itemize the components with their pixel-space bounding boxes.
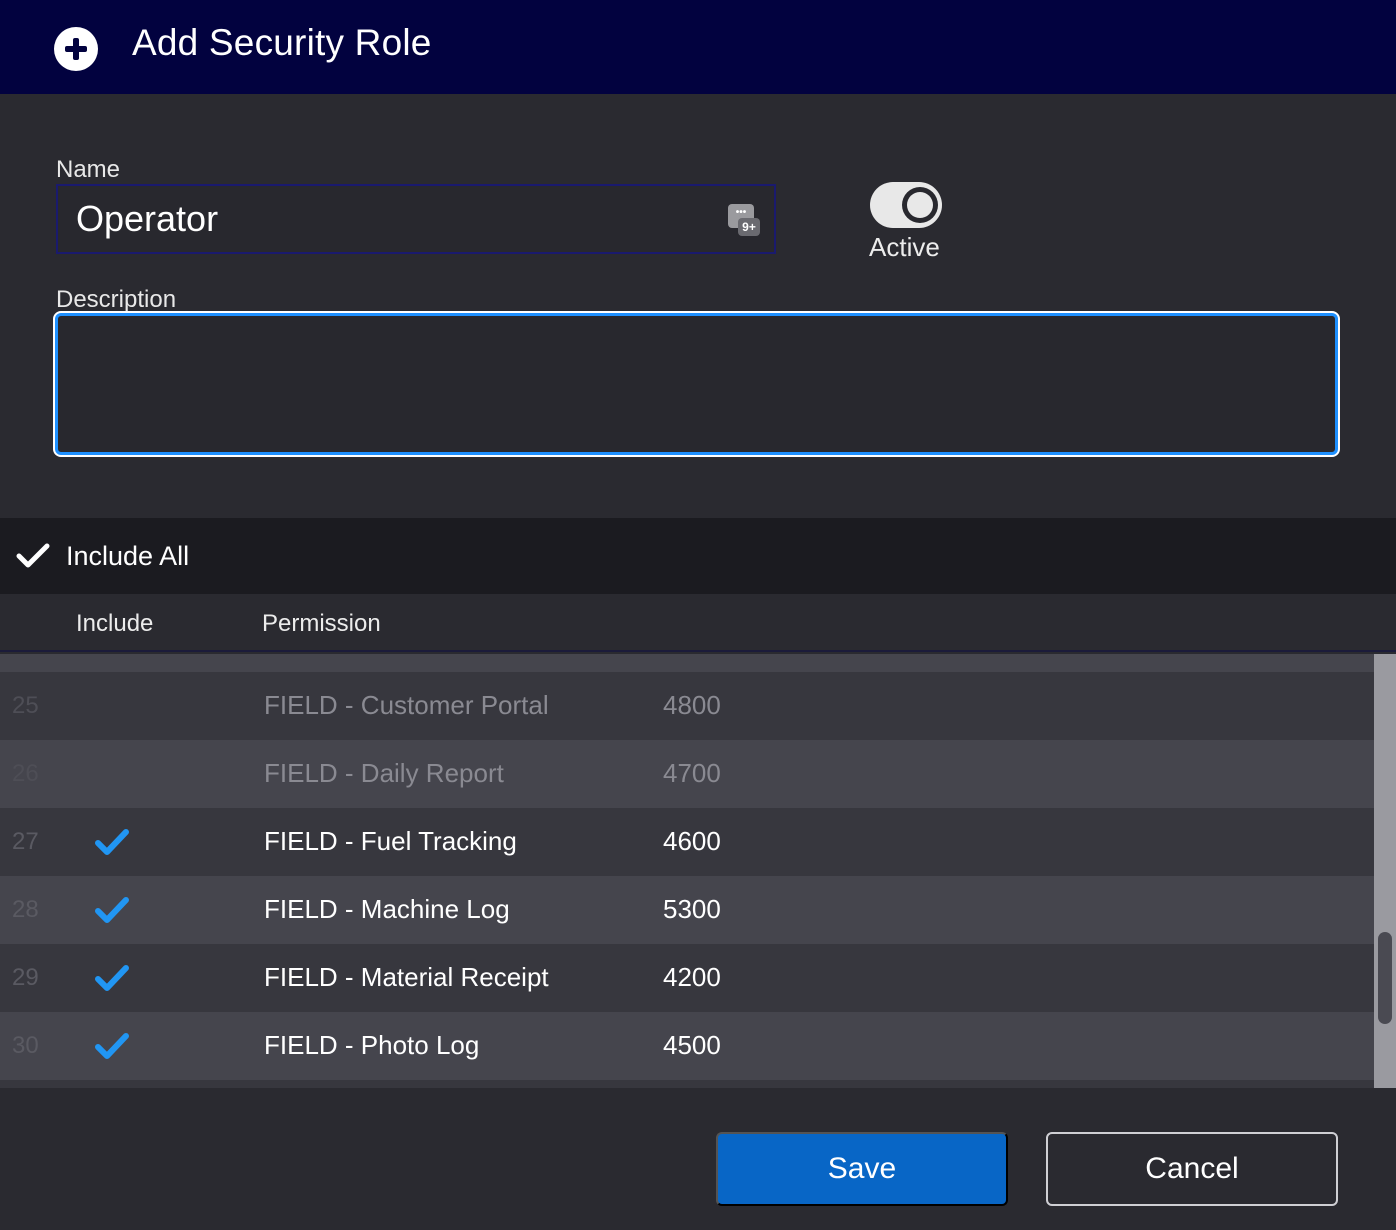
table-scrollbar[interactable] (1374, 654, 1396, 1088)
active-toggle[interactable] (870, 182, 942, 228)
row-number: 30 (12, 1032, 39, 1059)
permission-code: 4200 (663, 962, 721, 992)
dialog-header: Add Security Role (0, 0, 1396, 94)
name-value[interactable]: Operator (76, 198, 218, 240)
description-field[interactable] (55, 313, 1338, 455)
permission-code: 4600 (663, 826, 721, 856)
row-number: 26 (12, 760, 39, 787)
name-field[interactable]: Operator ••• 9+ (56, 184, 776, 254)
table-row[interactable]: 27 FIELD - Fuel Tracking 4600 (0, 808, 1374, 876)
table-row[interactable]: 30 FIELD - Photo Log 4500 (0, 1012, 1374, 1080)
dialog-title: Add Security Role (132, 22, 432, 63)
active-label: Active (869, 232, 940, 262)
permission-name: FIELD - Customer Portal (264, 690, 549, 720)
permission-code: 4700 (663, 758, 721, 788)
row-number: 28 (12, 896, 39, 923)
included-check-icon[interactable] (94, 962, 130, 994)
scrollbar-thumb[interactable] (1378, 932, 1392, 1024)
included-check-icon[interactable] (94, 1030, 130, 1062)
column-header-include[interactable]: Include (76, 610, 153, 638)
checkmark-icon[interactable] (16, 538, 50, 572)
description-label: Description (56, 286, 177, 313)
toggle-knob (902, 187, 938, 223)
permission-code: 5300 (663, 894, 721, 924)
include-all-label[interactable]: Include All (66, 541, 189, 572)
cancel-button[interactable]: Cancel (1046, 1132, 1338, 1206)
permission-name: FIELD - Material Receipt (264, 962, 549, 992)
table-row-partial (0, 1080, 1374, 1088)
table-row[interactable]: 29 FIELD - Material Receipt 4200 (0, 944, 1374, 1012)
table-header: Include Permission (0, 594, 1396, 652)
permissions-table-body[interactable]: 25 FIELD - Customer Portal 4800 26 FIELD… (0, 654, 1374, 1088)
permission-code: 4800 (663, 690, 721, 720)
table-row[interactable]: 28 FIELD - Machine Log 5300 (0, 876, 1374, 944)
permission-name: FIELD - Photo Log (264, 1030, 480, 1060)
included-check-icon[interactable] (94, 826, 130, 858)
name-label: Name (56, 156, 121, 183)
permission-name: FIELD - Fuel Tracking (264, 826, 517, 856)
permission-name: FIELD - Machine Log (264, 894, 510, 924)
included-check-icon[interactable] (94, 894, 130, 926)
column-header-permission[interactable]: Permission (262, 610, 381, 638)
table-row-partial (0, 654, 1374, 672)
plus-circle-icon (54, 27, 98, 71)
save-button[interactable]: Save (716, 1132, 1008, 1206)
table-row[interactable]: 26 FIELD - Daily Report 4700 (0, 740, 1374, 808)
permission-code: 4500 (663, 1030, 721, 1060)
variable-picker-icon[interactable]: ••• 9+ (728, 204, 760, 236)
row-number: 27 (12, 828, 39, 855)
include-all-bar[interactable]: Include All (0, 518, 1396, 594)
permission-name: FIELD - Daily Report (264, 758, 504, 788)
row-number: 25 (12, 692, 39, 719)
table-row[interactable]: 25 FIELD - Customer Portal 4800 (0, 672, 1374, 740)
row-number: 29 (12, 964, 39, 991)
